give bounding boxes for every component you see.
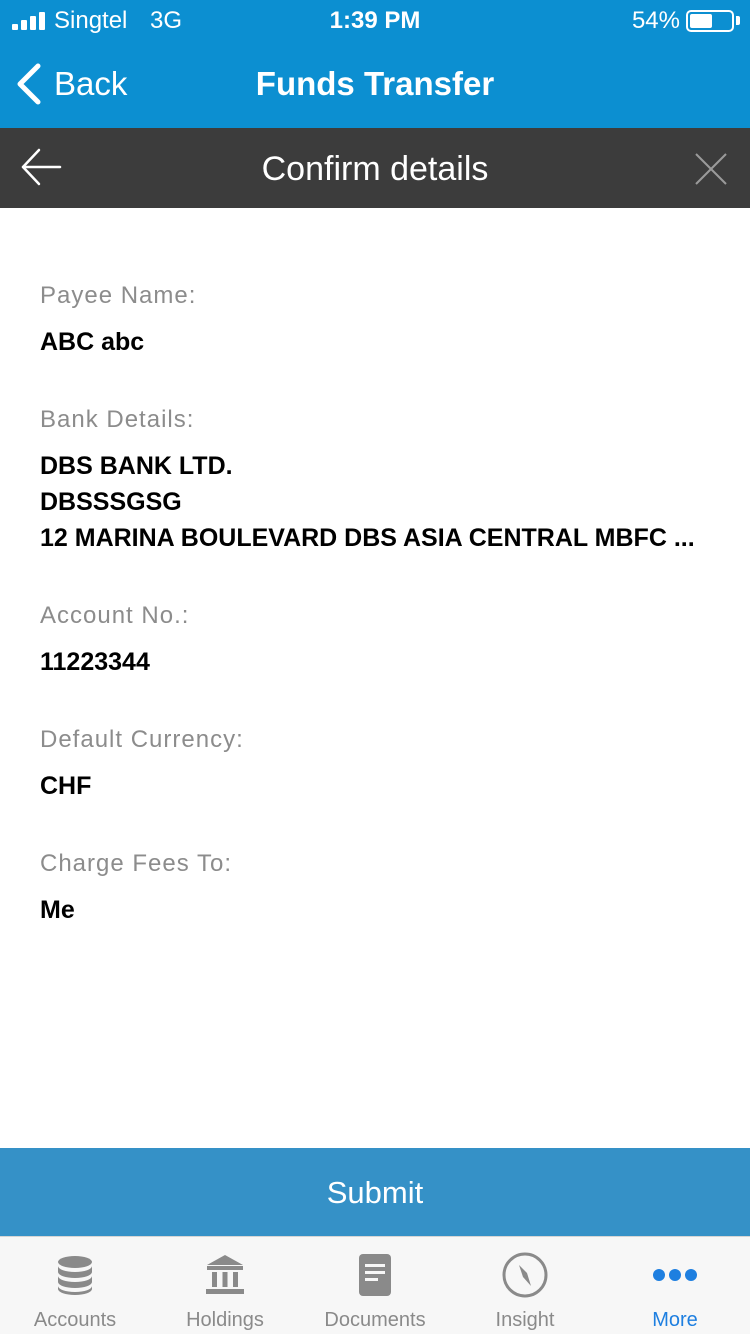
app-header: Singtel 3G 1:39 PM 54% Back Funds Transf… xyxy=(0,0,750,128)
confirm-header: Confirm details xyxy=(0,128,750,208)
account-number-value: 11223344 xyxy=(40,648,150,676)
bank-name-value: DBS BANK LTD. xyxy=(40,452,233,480)
tab-holdings[interactable]: Holdings xyxy=(150,1237,300,1334)
tab-label: Documents xyxy=(324,1309,426,1331)
battery-tip xyxy=(736,16,740,25)
arrow-left-icon[interactable] xyxy=(20,146,62,188)
bank-details-field: Bank Details: DBS BANK LTD. DBSSSGSG 12 … xyxy=(40,404,720,556)
close-icon[interactable] xyxy=(694,152,728,186)
back-button-label: Back xyxy=(54,65,128,102)
tab-insight[interactable]: Insight xyxy=(450,1237,600,1334)
bank-details-label: Bank Details: xyxy=(40,406,195,433)
more-dots-icon xyxy=(653,1269,697,1281)
tab-documents[interactable]: Documents xyxy=(300,1237,450,1334)
charge-fees-value: Me xyxy=(40,896,75,924)
tab-label: More xyxy=(652,1309,698,1331)
chevron-left-icon xyxy=(17,63,41,105)
tab-more[interactable]: More xyxy=(600,1237,750,1334)
tab-bar: Accounts Holdings Documents Insight More xyxy=(0,1236,750,1334)
charge-fees-label: Charge Fees To: xyxy=(40,850,232,877)
account-number-label: Account No.: xyxy=(40,602,190,629)
confirm-title: Confirm details xyxy=(261,150,489,188)
account-number-field: Account No.: 11223344 xyxy=(40,600,720,680)
details-list: Payee Name: ABC abc Bank Details: DBS BA… xyxy=(40,280,720,972)
battery-icon xyxy=(686,10,734,32)
currency-label: Default Currency: xyxy=(40,726,244,753)
compass-icon xyxy=(502,1252,548,1298)
currency-value: CHF xyxy=(40,772,92,800)
navigation-bar: Back Funds Transfer xyxy=(0,40,750,128)
currency-field: Default Currency: CHF xyxy=(40,724,720,804)
bank-icon xyxy=(206,1255,244,1294)
bank-swift-value: DBSSSGSG xyxy=(40,488,182,516)
submit-button[interactable]: Submit xyxy=(0,1148,750,1236)
database-icon xyxy=(58,1256,92,1295)
back-button[interactable]: Back xyxy=(12,40,127,128)
payee-value: ABC abc xyxy=(40,328,145,356)
payee-label: Payee Name: xyxy=(40,282,197,309)
document-icon xyxy=(359,1254,391,1296)
battery-percent: 54% xyxy=(631,7,680,34)
payee-field: Payee Name: ABC abc xyxy=(40,280,720,360)
charge-fees-field: Charge Fees To: Me xyxy=(40,848,720,928)
battery-level-fill xyxy=(690,14,712,28)
bank-address-value: 12 MARINA BOULEVARD DBS ASIA CENTRAL MBF… xyxy=(40,524,695,552)
tab-label: Insight xyxy=(495,1309,555,1331)
status-bar: Singtel 3G 1:39 PM 54% xyxy=(0,0,750,40)
tab-label: Holdings xyxy=(186,1309,264,1331)
tab-label: Accounts xyxy=(33,1309,117,1331)
tab-accounts[interactable]: Accounts xyxy=(0,1237,150,1334)
